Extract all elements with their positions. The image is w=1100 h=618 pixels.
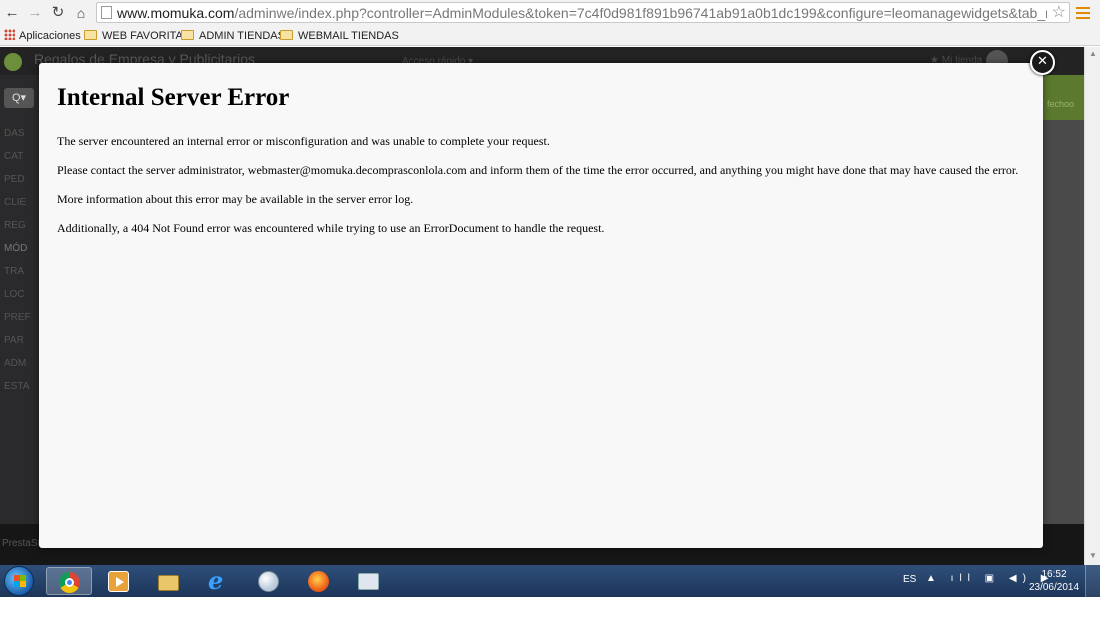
home-icon[interactable]: ⌂ — [71, 3, 91, 23]
sidebar-item[interactable]: LOC — [0, 283, 40, 306]
bookmark-label: WEB FAVORITAS — [102, 30, 191, 42]
footer-text: PrestaSt — [2, 538, 41, 549]
error-paragraph: Additionally, a 404 Not Found error was … — [57, 221, 605, 235]
bookmark-apps[interactable]: Aplicaciones — [4, 29, 81, 43]
folder-icon — [84, 30, 97, 40]
scroll-up-icon[interactable]: ▲ — [1089, 49, 1097, 58]
folder-icon — [181, 30, 194, 40]
clock-date: 23/06/2014 — [1028, 582, 1080, 593]
shop-logo-icon — [4, 53, 22, 71]
forward-arrow-icon[interactable]: → — [25, 3, 45, 23]
windows-logo-icon — [14, 575, 26, 587]
internet-explorer-icon: e — [208, 566, 224, 595]
error-title: Internal Server Error — [57, 84, 290, 111]
error-paragraph: The server encountered an internal error… — [57, 134, 550, 148]
admin-sidebar: DAS CAT PED CLIE REG MÓD TRA LOC PREF PA… — [0, 122, 40, 398]
sidebar-item[interactable]: PREF — [0, 306, 40, 329]
language-indicator[interactable]: ES — [903, 574, 916, 585]
close-icon[interactable]: ✕ — [1030, 50, 1055, 75]
bookmark-web-favoritas[interactable]: WEB FAVORITAS — [84, 29, 190, 43]
apps-grid-icon — [4, 29, 15, 40]
document-viewer-icon — [358, 573, 379, 590]
sidebar-item[interactable]: REG — [0, 214, 40, 237]
firefox-icon — [308, 571, 329, 592]
sidebar-item[interactable]: CLIE — [0, 191, 40, 214]
start-button[interactable] — [4, 566, 34, 596]
url-path: /adminwe/index.php?controller=AdminModul… — [234, 5, 1047, 21]
reload-icon[interactable]: ↻ — [48, 3, 68, 23]
taskbar-app-explorer[interactable] — [146, 567, 192, 595]
error-paragraph: Please contact the server administrator,… — [57, 163, 1019, 177]
url-text: www.momuka.com/adminwe/index.php?control… — [117, 4, 1047, 22]
sidebar-item[interactable]: MÓD — [0, 237, 40, 260]
file-explorer-icon — [158, 575, 179, 591]
taskbar-app-media[interactable] — [96, 567, 142, 595]
browser-toolbar: ← → ↻ ⌂ www.momuka.com/adminwe/index.php… — [0, 0, 1100, 26]
admin-content-edge — [1043, 75, 1084, 565]
bookmark-apps-label: Aplicaciones — [19, 30, 81, 42]
sidebar-item[interactable]: PED — [0, 168, 40, 191]
admin-green-tab: fechoo — [1043, 75, 1084, 120]
star-icon[interactable]: ☆ — [1052, 3, 1066, 22]
url-host: www.momuka.com — [117, 5, 235, 21]
show-desktop-button[interactable] — [1085, 565, 1100, 597]
menu-icon[interactable] — [1076, 4, 1090, 20]
taskbar: e ES ▲ ıll ▣ ◀) ▶ 16:52 23/06/2014 — [0, 565, 1100, 597]
paint-icon — [258, 571, 279, 592]
bookmark-label: ADMIN TIENDAS — [199, 30, 285, 42]
page-scrollbar[interactable]: ▲ ▼ — [1084, 47, 1100, 565]
chrome-center — [65, 578, 74, 587]
scroll-down-icon[interactable]: ▼ — [1089, 551, 1097, 560]
sidebar-item[interactable]: TRA — [0, 260, 40, 283]
taskbar-app-paint[interactable] — [246, 567, 292, 595]
sidebar-item[interactable]: CAT — [0, 145, 40, 168]
bookmark-label: WEBMAIL TIENDAS — [298, 30, 399, 42]
search-icon[interactable]: Q▾ — [4, 88, 34, 108]
sidebar-item[interactable]: DAS — [0, 122, 40, 145]
folder-icon — [280, 30, 293, 40]
address-bar[interactable]: www.momuka.com/adminwe/index.php?control… — [96, 2, 1070, 23]
bookmarks-bar: Aplicaciones WEB FAVORITAS ADMIN TIENDAS… — [0, 26, 1100, 46]
clock-time: 16:52 — [1041, 569, 1067, 580]
clock[interactable]: 16:52 23/06/2014 — [1028, 568, 1080, 594]
green-tab-label: fechoo — [1047, 99, 1075, 109]
back-arrow-icon[interactable]: ← — [2, 3, 22, 23]
sidebar-item[interactable]: PAR — [0, 329, 40, 352]
sidebar-item[interactable]: ADM — [0, 352, 40, 375]
screen: ← → ↻ ⌂ www.momuka.com/adminwe/index.php… — [0, 0, 1100, 618]
taskbar-app-viewer[interactable] — [346, 567, 392, 595]
play-icon — [116, 577, 124, 587]
taskbar-app-chrome[interactable] — [46, 567, 92, 595]
taskbar-app-firefox[interactable] — [296, 567, 342, 595]
error-modal: Internal Server Error The server encount… — [39, 63, 1043, 548]
bookmark-admin-tiendas[interactable]: ADMIN TIENDAS — [181, 29, 285, 43]
page-icon — [101, 6, 112, 19]
taskbar-app-ie[interactable]: e — [196, 567, 242, 595]
bottom-strip — [0, 597, 1100, 618]
sidebar-item[interactable]: ESTA — [0, 375, 40, 398]
error-paragraph: More information about this error may be… — [57, 192, 414, 206]
bookmark-webmail-tiendas[interactable]: WEBMAIL TIENDAS — [280, 29, 399, 43]
